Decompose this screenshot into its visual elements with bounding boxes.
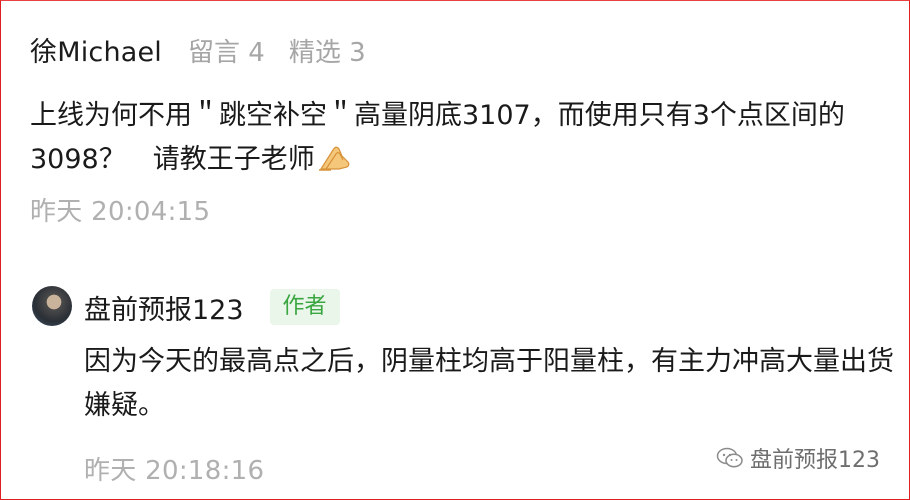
comment-timestamp: 昨天 20:04:15: [30, 197, 211, 227]
wechat-icon: [716, 447, 743, 468]
selected-count-label: 精选 3: [288, 38, 366, 68]
watermark: 盘前预报123: [716, 442, 880, 474]
author-badge: 作者: [269, 289, 340, 325]
comment-text-content: 上线为何不用＂跳空补空＂高量阴底3107，而使用只有3个点区间的3098？ 请教…: [30, 100, 845, 175]
avatar[interactable]: [32, 286, 72, 326]
reply-author-name[interactable]: 盘前预报123: [84, 288, 244, 327]
comment-count-label: 留言 4: [188, 38, 265, 68]
praying-hands-icon: [318, 146, 350, 171]
comment-text: 上线为何不用＂跳空补空＂高量阴底3107，而使用只有3个点区间的3098？ 请教…: [30, 94, 890, 182]
reply-author-row: 盘前预报123 作者: [84, 284, 340, 330]
comment-card: 徐Michael 留言 4 精选 3 上线为何不用＂跳空补空＂高量阴底3107，…: [30, 30, 890, 228]
reply-text: 因为今天的最高点之后，阴量柱均高于阳量柱，有主力冲高大量出货嫌疑。: [84, 346, 894, 421]
comment-header: 徐Michael 留言 4 精选 3: [30, 30, 890, 78]
comment-username[interactable]: 徐Michael: [30, 30, 162, 69]
watermark-text: 盘前预报123: [750, 448, 880, 473]
reply-timestamp: 昨天 20:18:16: [84, 456, 265, 486]
